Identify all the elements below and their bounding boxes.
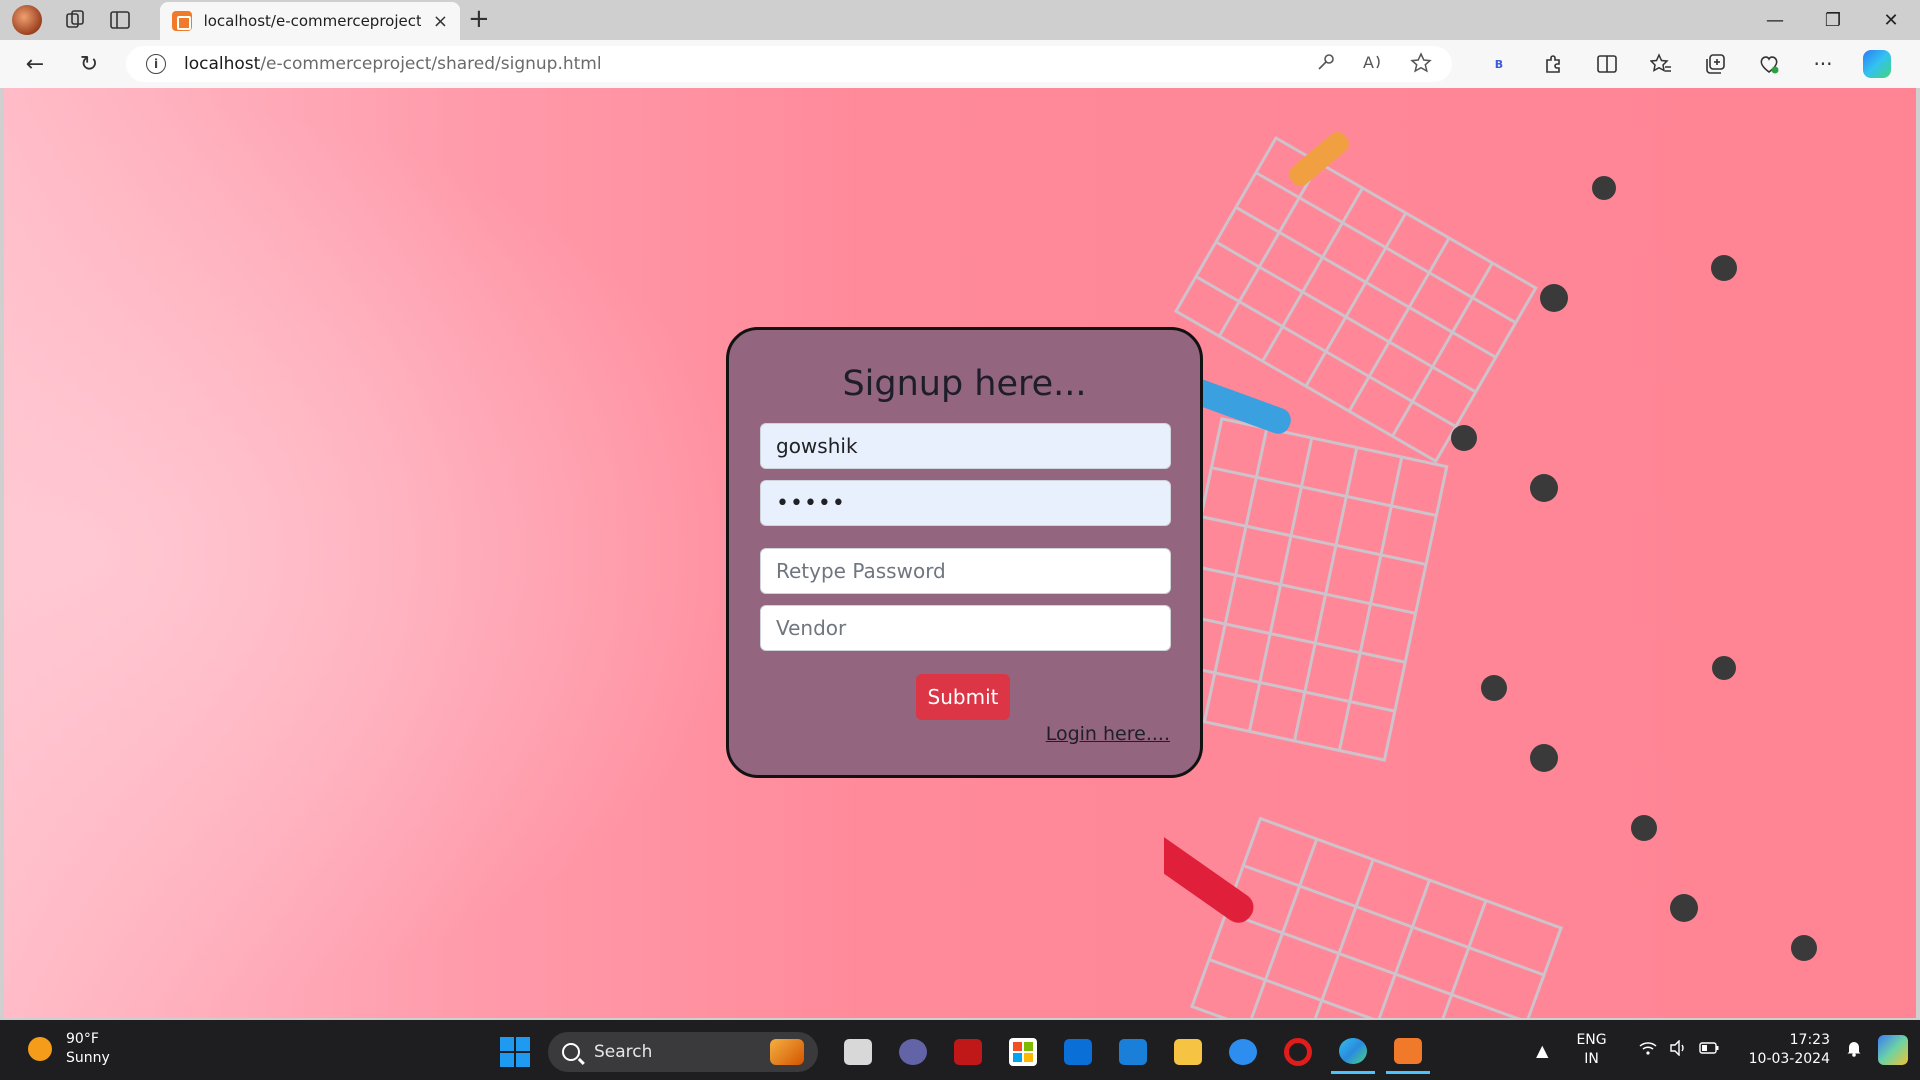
window-controls: — ❐ ✕: [1746, 0, 1920, 40]
retype-password-placeholder: Retype Password: [776, 559, 946, 583]
address-toolbar: ← ↻ i localhost/e-commerceproject/shared…: [0, 40, 1920, 88]
extension-badge-icon[interactable]: B: [1484, 50, 1514, 78]
username-value: gowshik: [776, 434, 858, 458]
signup-card: Signup here... gowshik ••••• Retype Pass…: [726, 327, 1203, 778]
store-icon[interactable]: [1001, 1030, 1045, 1074]
shopping-carts-background-image: [1164, 132, 1817, 1018]
active-tab[interactable]: localhost/e-commerceproject/shared/signu…: [160, 2, 460, 40]
address-bar[interactable]: i localhost/e-commerceproject/shared/sig…: [126, 46, 1452, 82]
role-value: Vendor: [776, 616, 847, 640]
signup-heading: Signup here...: [842, 364, 1087, 404]
workspaces-icon[interactable]: [62, 6, 90, 34]
tab-title: localhost/e-commerceproject/shared/signu…: [203, 12, 421, 30]
login-link[interactable]: Login here....: [1046, 723, 1170, 745]
language-indicator[interactable]: ENG IN: [1576, 1031, 1606, 1069]
task-view-icon[interactable]: [836, 1030, 880, 1074]
sun-icon: [28, 1037, 52, 1061]
restore-button[interactable]: ❐: [1804, 0, 1862, 40]
battery-icon: [1698, 1040, 1719, 1060]
username-field[interactable]: gowshik: [760, 423, 1171, 469]
browser-tools: B ···: [1484, 50, 1892, 78]
system-tray: ▲ ENG IN 17:23 10-03-2024: [1536, 1020, 1920, 1080]
url-host: localhost: [184, 54, 261, 74]
edge-icon[interactable]: [1331, 1030, 1375, 1074]
clock[interactable]: 17:23 10-03-2024: [1749, 1031, 1830, 1069]
taskbar-search[interactable]: Search: [548, 1032, 818, 1072]
teams-icon[interactable]: [891, 1030, 935, 1074]
close-window-button[interactable]: ✕: [1862, 0, 1920, 40]
new-tab-button[interactable]: +: [468, 4, 490, 34]
read-aloud-icon[interactable]: A: [1362, 52, 1384, 79]
retype-password-field[interactable]: Retype Password: [760, 548, 1171, 594]
weather-condition: Sunny: [66, 1050, 110, 1066]
windows-taskbar: 90°F Sunny Search ▲ ENG IN 17:23 10-03-2…: [0, 1020, 1920, 1080]
file-explorer-icon[interactable]: [1166, 1030, 1210, 1074]
page-viewport: Signup here... gowshik ••••• Retype Pass…: [4, 88, 1916, 1018]
taskbar-apps: Search: [500, 1030, 1441, 1074]
address-bar-actions: A: [1316, 52, 1432, 79]
url-path: /e-commerceproject/shared/signup.html: [260, 54, 602, 74]
search-highlight-icon: [770, 1039, 804, 1065]
tab-close-button[interactable]: ×: [433, 11, 448, 32]
browser-tab-bar: localhost/e-commerceproject/shared/signu…: [0, 0, 1920, 40]
role-field[interactable]: Vendor: [760, 605, 1171, 651]
help-icon[interactable]: [1221, 1030, 1265, 1074]
back-arrow-icon[interactable]: ←: [20, 50, 50, 78]
wifi-icon: [1639, 1040, 1657, 1060]
extensions-icon[interactable]: [1538, 50, 1568, 78]
windows-start-icon[interactable]: [500, 1037, 530, 1067]
notification-bell-icon[interactable]: [1846, 1039, 1862, 1062]
tray-status-icons[interactable]: [1639, 1039, 1719, 1060]
xampp-favicon-icon: [172, 11, 192, 31]
collections-icon[interactable]: [1700, 50, 1730, 78]
clock-time: 17:23: [1789, 1032, 1830, 1048]
whiteboard-icon[interactable]: [1111, 1030, 1155, 1074]
password-key-icon[interactable]: [1316, 52, 1336, 79]
xampp-icon[interactable]: [1386, 1030, 1430, 1074]
favorite-star-icon[interactable]: [1410, 52, 1432, 79]
profile-avatar-icon[interactable]: [12, 5, 42, 35]
minimize-button[interactable]: —: [1746, 0, 1804, 40]
refresh-icon[interactable]: ↻: [74, 50, 104, 78]
opera-icon[interactable]: [1276, 1030, 1320, 1074]
language-secondary: IN: [1584, 1051, 1599, 1067]
weather-widget[interactable]: 90°F Sunny: [28, 1030, 110, 1068]
volume-icon: [1669, 1039, 1687, 1060]
search-label: Search: [594, 1042, 653, 1062]
temperature: 90°F: [66, 1031, 99, 1047]
password-field[interactable]: •••••: [760, 480, 1171, 526]
copilot-icon[interactable]: [1862, 50, 1892, 78]
mcafee-icon[interactable]: [946, 1030, 990, 1074]
search-icon: [562, 1043, 580, 1061]
browser-essentials-icon[interactable]: [1754, 50, 1784, 78]
myhp-icon[interactable]: [1056, 1030, 1100, 1074]
password-mask: •••••: [776, 490, 846, 516]
tab-actions-icon[interactable]: [106, 6, 134, 34]
language-primary: ENG: [1576, 1032, 1607, 1048]
split-screen-icon[interactable]: [1592, 50, 1622, 78]
background-glow: [4, 88, 764, 1018]
copilot-preview-icon[interactable]: [1878, 1035, 1908, 1065]
site-info-icon[interactable]: i: [146, 54, 166, 74]
submit-button[interactable]: Submit: [916, 674, 1010, 720]
clock-date: 10-03-2024: [1748, 1051, 1830, 1067]
svg-text:A: A: [1363, 53, 1374, 72]
chevron-up-icon[interactable]: ▲: [1536, 1041, 1548, 1060]
favorites-icon[interactable]: [1646, 50, 1676, 78]
more-menu-icon[interactable]: ···: [1808, 50, 1838, 78]
